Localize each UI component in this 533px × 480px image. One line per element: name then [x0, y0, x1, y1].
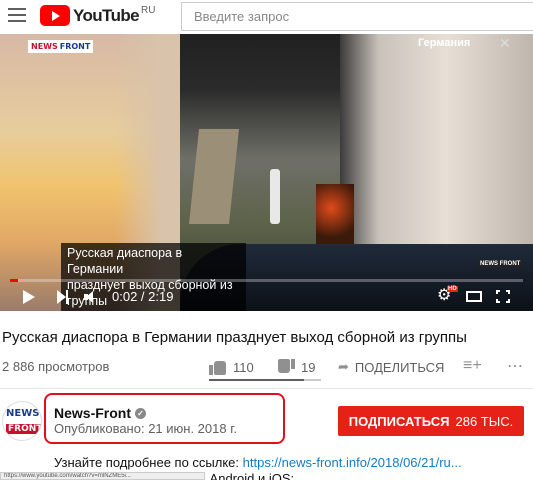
next-icon[interactable]: [57, 290, 69, 304]
status-bar-url: https://www.youtube.com/watch?v=mlNZME5i…: [0, 472, 205, 480]
time-display: 0:02 / 2:19: [112, 289, 174, 304]
channel-name-text: News-Front: [54, 405, 131, 421]
like-count: 110: [233, 359, 254, 375]
youtube-play-icon: [40, 5, 70, 26]
more-actions-icon[interactable]: ⋯: [507, 356, 523, 376]
channel-name[interactable]: News-Front ✓: [54, 405, 146, 421]
watermark-front: FRONT: [59, 42, 91, 51]
subscriber-count: 286 ТЫС.: [455, 413, 514, 429]
fullscreen-icon[interactable]: [496, 290, 510, 303]
volume-icon[interactable]: [84, 291, 98, 303]
video-title: Русская диаспора в Германии празднует вы…: [2, 329, 467, 346]
masthead: YouTube RU Введите запрос: [0, 0, 533, 32]
video-person: [270, 169, 280, 224]
news-front-watermark: NEWS FRONT: [28, 40, 94, 53]
verified-icon: ✓: [135, 407, 146, 419]
description-link[interactable]: https://news-front.info/2018/06/21/ru...: [243, 455, 462, 470]
thumbs-down-icon: [277, 359, 295, 375]
add-to-playlist-icon[interactable]: ≡+: [463, 357, 482, 375]
description-line-1: Узнайте подробнее по ссылке: https://new…: [54, 455, 462, 470]
share-button[interactable]: ➦ ПОДЕЛИТЬСЯ: [338, 359, 444, 375]
play-icon[interactable]: [23, 290, 35, 304]
progress-bar[interactable]: [10, 279, 523, 282]
watermark-news: NEWS: [31, 42, 58, 51]
avatar-text-bottom: FRONT: [6, 424, 41, 434]
channel-avatar[interactable]: NEWS FRONT: [2, 401, 42, 441]
publish-date: Опубликовано: 21 июн. 2018 г.: [54, 421, 237, 436]
video-player[interactable]: NEWS FRONT Германия ✕ Русская диаспора в…: [0, 34, 533, 311]
dislike-count: 19: [301, 359, 316, 375]
divider: [0, 388, 533, 389]
player-controls: 0:02 / 2:19 ⚙ HD: [0, 284, 533, 311]
theater-mode-icon[interactable]: [466, 291, 482, 302]
sentiment-bar: [209, 379, 321, 381]
subscribe-label: ПОДПИСАТЬСЯ: [348, 413, 450, 429]
share-label: ПОДЕЛИТЬСЯ: [354, 359, 445, 375]
country-label: Германия: [418, 37, 471, 49]
youtube-logo[interactable]: YouTube RU: [40, 5, 155, 27]
close-icon[interactable]: ✕: [499, 35, 511, 52]
logo-country-code: RU: [141, 5, 156, 16]
thumbs-up-icon: [209, 359, 227, 375]
hd-badge: HD: [447, 286, 458, 292]
caption-line-1: Русская диаспора в Германии: [67, 246, 183, 276]
view-count: 2 886 просмотров: [2, 359, 110, 374]
search-input[interactable]: Введите запрос: [181, 2, 533, 31]
sentiment-fill: [209, 379, 305, 381]
video-car: [316, 184, 354, 244]
description-prefix: Узнайте подробнее по ссылке:: [54, 455, 243, 470]
subscribe-button[interactable]: ПОДПИСАТЬСЯ 286 ТЫС.: [338, 406, 524, 436]
logo-text: YouTube: [73, 6, 140, 25]
hamburger-menu-icon[interactable]: [8, 8, 26, 22]
share-icon: ➦: [338, 359, 349, 374]
like-button[interactable]: 110: [209, 357, 254, 377]
avatar-text-top: NEWS: [6, 408, 40, 419]
small-watermark: NEWS FRONT: [478, 260, 523, 268]
dislike-button[interactable]: 19: [277, 357, 315, 377]
progress-fill: [10, 279, 18, 282]
